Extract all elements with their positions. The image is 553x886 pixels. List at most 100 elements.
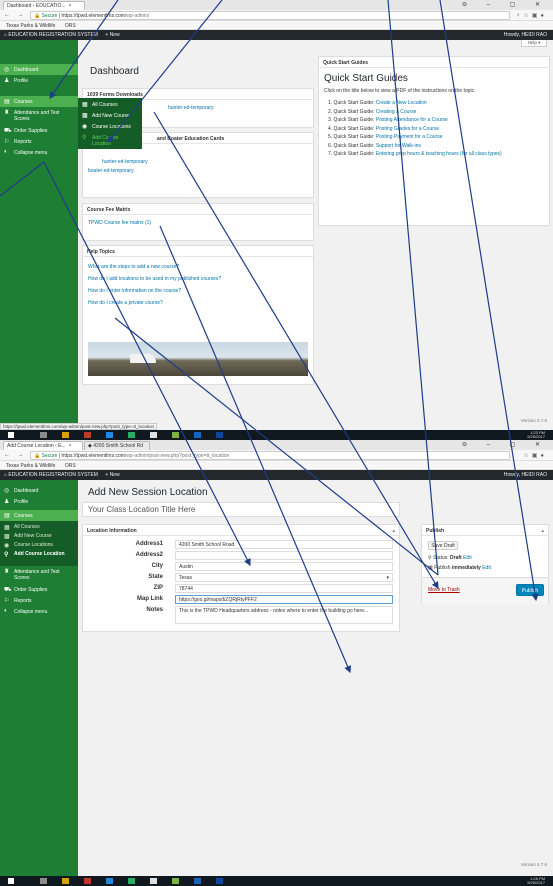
url-host: https://tpwd.elementlms.com — [61, 13, 125, 19]
sidebar-item-order-supplies[interactable]: ⛟ Order Supplies — [0, 125, 78, 136]
save-draft-button[interactable]: Save Draft — [428, 541, 458, 550]
app-icon[interactable] — [172, 878, 179, 884]
browser-tab[interactable]: ◆ 4200 Smith School Rd — [84, 441, 150, 450]
browser-action-icons[interactable]: ♆☆▣● — [516, 12, 547, 19]
help-link-1[interactable]: What are the steps to add a new course? — [88, 261, 308, 273]
city-input[interactable]: Austin — [175, 562, 393, 571]
windows-start-icon[interactable] — [8, 432, 14, 438]
card-link-boater[interactable]: boater-ed-temporary — [88, 167, 308, 176]
bookmark-texas-parks[interactable]: Texas Parks & Wildlife — [6, 463, 55, 469]
edge-icon[interactable] — [106, 878, 113, 884]
submenu-course-locations[interactable]: ◉ Course Locations — [0, 540, 78, 549]
guide-link[interactable]: Posting Payment for a Course — [376, 134, 443, 140]
powerpoint-icon[interactable] — [84, 432, 91, 438]
app-icon[interactable] — [172, 432, 179, 438]
address1-input[interactable]: 4200 Smith School Road — [175, 540, 393, 549]
sidebar-item-profile[interactable]: ♟ Profile — [0, 496, 78, 507]
powerpoint-icon[interactable] — [84, 878, 91, 884]
help-tab[interactable]: Help ▾ — [521, 40, 547, 47]
address-bar[interactable]: 🔒 Secure | https://tpwd.elementlms.com/w… — [30, 11, 510, 20]
windows-start-icon[interactable] — [8, 878, 14, 884]
site-name[interactable]: EDUCATION REGISTRATION SYSTEM — [8, 472, 98, 478]
word-icon[interactable] — [194, 878, 201, 884]
page-title: Dashboard — [90, 66, 139, 77]
edge-icon[interactable] — [106, 432, 113, 438]
forms-link[interactable]: hunter-ed-temporary — [168, 105, 214, 111]
help-link-3[interactable]: How do I enter information on the course… — [88, 285, 308, 297]
chrome-icon[interactable] — [150, 878, 157, 884]
close-tab-icon[interactable]: × — [69, 443, 72, 449]
howdy-user[interactable]: Howdy, HEIDI RAO — [504, 472, 547, 478]
sidebar-item-courses[interactable]: ▤ Courses — [0, 96, 78, 107]
globe-icon: ◉ — [4, 543, 10, 549]
flyout-add-course-location[interactable]: ⚲ Add Course Location — [78, 132, 142, 148]
sidebar-item-reports[interactable]: ⚐ Reports — [0, 136, 78, 147]
sidebar-item-dashboard[interactable]: ◎ Dashboard — [0, 485, 78, 496]
guide-link[interactable]: Creating a Course — [376, 109, 417, 115]
flyout-add-new-course[interactable]: ▩ Add New Course — [78, 110, 142, 121]
sidebar-item-attendance[interactable]: ♜ Attendance and Test Scores — [0, 107, 78, 125]
task-view-icon[interactable] — [40, 432, 47, 438]
outlook-icon[interactable] — [216, 432, 223, 438]
system-tray-clock[interactable]: 1:23 PM 9/25/2017 — [527, 431, 545, 439]
window-controls[interactable]: ⊖ – ▢ ✕ — [462, 1, 549, 8]
address-bar[interactable]: 🔒 Secure | https://tpwd.elementlms.com/w… — [30, 451, 510, 460]
sidebar-item-profile[interactable]: ♟ Profile — [0, 75, 78, 86]
toggle-arrow-icon[interactable]: ▴ — [541, 528, 544, 534]
sidebar-item-courses[interactable]: ▤ Courses — [0, 510, 78, 521]
sidebar-item-dashboard[interactable]: ◎ Dashboard — [0, 64, 78, 75]
sidebar-item-attendance[interactable]: ♜ Attendance and Test Scores — [0, 566, 78, 584]
new-button[interactable]: + New — [105, 32, 119, 38]
chrome-icon[interactable] — [150, 432, 157, 438]
file-explorer-icon[interactable] — [62, 432, 69, 438]
word-icon[interactable] — [194, 432, 201, 438]
screenshot-add-location: Add Course Location ‹ E... × ◆ 4200 Smith… — [0, 440, 553, 886]
bookmark-ors[interactable]: ORS — [65, 463, 76, 469]
guide-link[interactable]: Posting Attendance for a Course — [376, 117, 448, 123]
bookmark-texas-parks[interactable]: Texas Parks & Wildlife — [6, 23, 55, 29]
file-explorer-icon[interactable] — [62, 878, 69, 884]
excel-icon[interactable] — [128, 432, 135, 438]
submenu-add-new-course[interactable]: ▩ Add New Course — [0, 531, 78, 540]
toggle-arrow-icon[interactable]: ▴ — [392, 528, 395, 534]
state-select[interactable]: Texas ▾ — [175, 573, 393, 582]
help-link-2[interactable]: How do I add locations to be used in my … — [88, 273, 308, 285]
address2-input[interactable] — [175, 551, 393, 560]
fee-matrix-link[interactable]: TPWD Course fee matrix (1) — [88, 220, 151, 226]
guide-link[interactable]: Posting Grades for a Course — [376, 126, 439, 132]
system-tray-clock[interactable]: 1:28 PM 9/25/2017 — [527, 877, 545, 885]
collapse-menu[interactable]: ◐ Collapse menu — [0, 147, 78, 158]
edit-status-link[interactable]: Edit — [463, 555, 472, 561]
browser-action-icons[interactable]: ☆▣● — [523, 452, 547, 459]
sidebar-item-order-supplies[interactable]: ⛟ Order Supplies — [0, 584, 78, 595]
flyout-all-courses[interactable]: ▦ All Courses — [78, 99, 142, 110]
help-link-4[interactable]: How do I create a private course? — [88, 297, 308, 309]
window-controls[interactable]: ⊖ – ▢ ✕ — [462, 441, 549, 448]
close-tab-icon[interactable]: × — [69, 3, 72, 9]
move-to-trash-link[interactable]: Move to Trash — [428, 587, 460, 593]
browser-tab[interactable]: Dashboard ‹ EDUCATIO... × — [3, 1, 85, 10]
howdy-user[interactable]: Howdy, HEIDI RAO — [504, 32, 547, 38]
flyout-course-locations[interactable]: ◉ Course Locations — [78, 121, 142, 132]
post-title-input[interactable]: Your Class Location Title Here — [82, 502, 400, 517]
new-button[interactable]: + New — [105, 472, 119, 478]
outlook-icon[interactable] — [216, 878, 223, 884]
card-link-hunter[interactable]: hunter-ed-temporary — [102, 158, 308, 167]
edit-date-link[interactable]: Edit — [482, 565, 491, 571]
guide-link[interactable]: Create a New Location — [376, 100, 427, 106]
zip-input[interactable]: 78744 — [175, 584, 393, 593]
sidebar-item-reports[interactable]: ⚐ Reports — [0, 595, 78, 606]
notes-textarea[interactable]: This is the TPWD Headquarters address - … — [175, 606, 393, 624]
guide-link[interactable]: Support for Walk-ins — [376, 143, 421, 149]
submenu-all-courses[interactable]: ▦ All Courses — [0, 522, 78, 531]
task-view-icon[interactable] — [40, 878, 47, 884]
bookmark-ors[interactable]: ORS — [65, 23, 76, 29]
browser-tab-active[interactable]: Add Course Location ‹ E... × — [3, 441, 83, 450]
excel-icon[interactable] — [128, 878, 135, 884]
submenu-add-course-location[interactable]: ⚲ Add Course Location — [0, 549, 78, 565]
publish-button[interactable]: Publish — [516, 584, 544, 596]
guide-link[interactable]: Entering prep hours & teaching hours (fo… — [376, 151, 502, 157]
map-link-input[interactable]: https://goo.gl/maps/bZQRjRtyPFF2 — [175, 595, 393, 604]
collapse-menu[interactable]: ◐ Collapse menu — [0, 606, 78, 617]
site-name[interactable]: EDUCATION REGISTRATION SYSTEM — [8, 32, 98, 38]
